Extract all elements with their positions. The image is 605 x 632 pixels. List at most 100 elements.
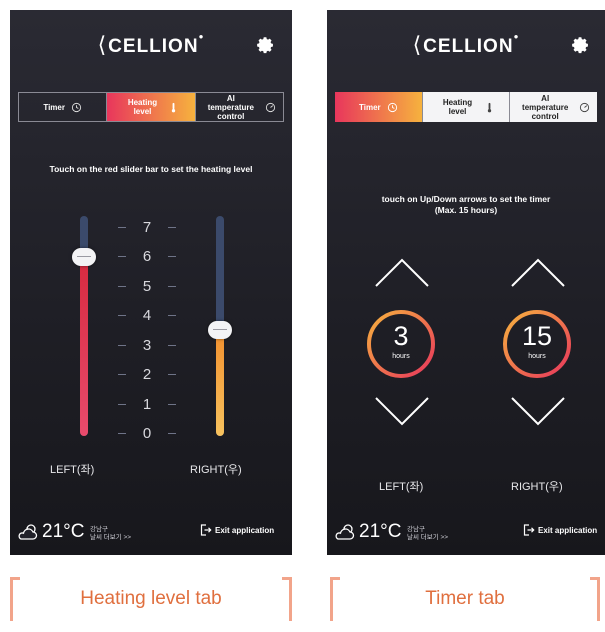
tab-timer[interactable]: Timer xyxy=(19,93,108,121)
right-slider-thumb[interactable] xyxy=(208,321,232,340)
ai-dial-icon xyxy=(265,102,275,112)
right-timer-down-arrow-icon[interactable] xyxy=(510,396,566,428)
left-side-label: LEFT(좌) xyxy=(379,481,424,493)
tab-bar: Timer Heating level AI temperature contr… xyxy=(18,92,284,122)
scale-dash xyxy=(168,226,176,228)
right-timer-hours: 15 xyxy=(521,321,553,351)
left-timer-up-arrow-icon[interactable] xyxy=(374,256,430,288)
timer-tab-caption: Timer tab xyxy=(330,577,600,621)
scale-number: 6 xyxy=(142,248,152,265)
left-slider-fill xyxy=(80,256,88,436)
scale-tick: 0 xyxy=(118,425,176,443)
weather-district: 강남구 xyxy=(90,526,108,533)
tab-label: Timer xyxy=(43,102,65,112)
brand-name: CELLION xyxy=(108,36,199,57)
footer: 21°C 강남구 날씨 더보기 >> Exit application xyxy=(10,518,292,548)
scale-tick: 7 xyxy=(118,218,176,236)
tab-timer[interactable]: Timer xyxy=(335,92,423,122)
scale-number: 7 xyxy=(142,218,152,236)
scale-dash xyxy=(168,344,176,346)
scale-tick: 3 xyxy=(118,336,176,354)
tab-label: Heating level xyxy=(127,98,158,116)
right-side-label: RIGHT(우) xyxy=(190,464,242,476)
brand-name: CELLION xyxy=(423,36,514,57)
thermometer-icon xyxy=(172,102,176,112)
left-slider-thumb[interactable] xyxy=(72,247,96,266)
tab-ai-temperature-control[interactable]: AI temperature control xyxy=(196,93,283,121)
weather-temperature: 21°C xyxy=(359,521,402,542)
heating-instruction: Touch on the red slider bar to set the h… xyxy=(49,164,253,174)
ai-dial-icon xyxy=(580,102,590,112)
gear-icon[interactable] xyxy=(256,36,276,56)
right-timer-up-arrow-icon[interactable] xyxy=(510,256,566,288)
timer-screen: ⟨CELLION● Timer Heating level AI tempera… xyxy=(327,10,605,555)
heating-level-tab-caption: Heating level tab xyxy=(10,577,292,621)
cloud-sun-icon xyxy=(335,524,355,540)
right-heating-slider[interactable] xyxy=(208,216,232,436)
scale-number: 1 xyxy=(142,395,152,413)
scale-dash xyxy=(168,374,176,375)
left-timer-unit: hours xyxy=(392,353,410,360)
cellion-logo: ⟨CELLION● xyxy=(97,32,205,57)
cellion-logo: ⟨CELLION● xyxy=(412,32,520,57)
caption-bracket-left xyxy=(330,577,340,621)
exit-application-button[interactable]: Exit application xyxy=(523,524,597,536)
weather-info[interactable]: 강남구 날씨 더보기 >> xyxy=(407,526,448,542)
scale-dash xyxy=(168,285,176,287)
scale-dash xyxy=(168,256,176,257)
exit-icon xyxy=(523,524,535,536)
right-timer-unit: hours xyxy=(528,353,546,360)
exit-icon xyxy=(200,524,212,536)
weather-more-link[interactable]: 날씨 더보기 >> xyxy=(90,534,131,542)
thermometer-icon xyxy=(487,102,491,112)
gear-icon[interactable] xyxy=(571,36,591,56)
caption-text: Heating level tab xyxy=(80,588,222,609)
scale-tick: 2 xyxy=(118,366,176,384)
right-slider-fill xyxy=(216,330,224,436)
scale-number: 3 xyxy=(142,336,152,354)
tab-heating-level[interactable]: Heating level xyxy=(107,93,196,121)
exit-label: Exit application xyxy=(538,525,598,535)
scale-dash xyxy=(168,315,176,316)
scale-tick: 4 xyxy=(118,307,176,325)
left-side-label: LEFT(좌) xyxy=(50,464,95,476)
tab-ai-temperature-control[interactable]: AI temperature control xyxy=(510,92,598,122)
scale-dash xyxy=(118,433,126,434)
exit-label: Exit application xyxy=(215,525,275,535)
caption-bracket-right xyxy=(282,577,292,621)
scale-dash xyxy=(118,226,126,228)
cloud-sun-icon xyxy=(18,524,38,540)
scale-tick: 6 xyxy=(118,248,176,266)
scale-number: 2 xyxy=(142,366,152,383)
left-timer-down-arrow-icon[interactable] xyxy=(374,396,430,428)
tab-label: AI temperature control xyxy=(522,93,569,121)
weather-more-link[interactable]: 날씨 더보기 >> xyxy=(407,534,448,542)
timer-instruction: touch on Up/Down arrows to set the timer… xyxy=(381,194,551,215)
clock-icon xyxy=(71,102,82,112)
left-timer-hours: 3 xyxy=(393,321,409,351)
scale-dash xyxy=(118,315,126,316)
footer: 21°C 강남구 날씨 더보기 >> Exit application xyxy=(327,518,605,548)
scale-dash xyxy=(118,285,126,287)
tab-label: Heating level xyxy=(442,98,473,116)
tab-bar: Timer Heating level AI temperature contr… xyxy=(335,92,598,122)
clock-icon xyxy=(387,102,397,112)
tab-label: Timer xyxy=(359,102,381,112)
scale-dash xyxy=(118,403,126,405)
scale-tick: 1 xyxy=(118,395,176,413)
scale-dash xyxy=(118,344,126,346)
left-heating-slider[interactable] xyxy=(72,216,96,436)
caption-bracket-right xyxy=(590,577,600,621)
scale-dash xyxy=(118,374,126,375)
scale-number: 0 xyxy=(142,425,152,442)
exit-application-button[interactable]: Exit application xyxy=(200,524,274,536)
right-side-label: RIGHT(우) xyxy=(511,481,563,493)
scale-number: 5 xyxy=(142,277,152,295)
scale-dash xyxy=(118,256,126,257)
tab-heating-level[interactable]: Heating level xyxy=(422,92,511,122)
weather-temperature: 21°C xyxy=(42,521,85,542)
weather-district: 강남구 xyxy=(407,526,425,533)
weather-info[interactable]: 강남구 날씨 더보기 >> xyxy=(90,526,131,542)
scale-dash xyxy=(168,433,176,434)
scale-dash xyxy=(168,403,176,405)
